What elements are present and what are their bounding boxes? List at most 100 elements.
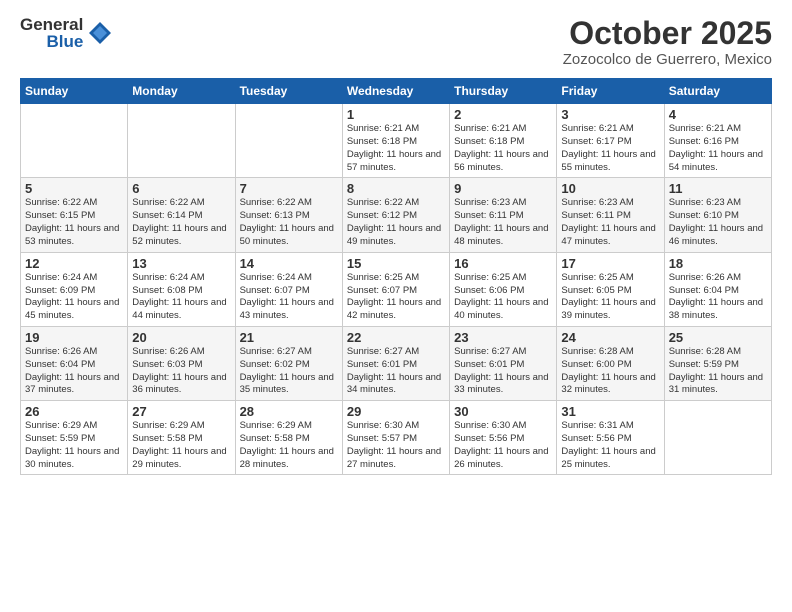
cell-daylight: Daylight: 11 hours and 27 minutes. bbox=[347, 446, 445, 472]
cell-sunset: Sunset: 6:13 PM bbox=[240, 210, 338, 223]
table-row: 4 Sunrise: 6:21 AM Sunset: 6:16 PM Dayli… bbox=[664, 104, 771, 178]
calendar-week-row: 5 Sunrise: 6:22 AM Sunset: 6:15 PM Dayli… bbox=[21, 178, 772, 252]
col-wednesday: Wednesday bbox=[342, 79, 449, 104]
table-row bbox=[235, 104, 342, 178]
cell-sunset: Sunset: 6:08 PM bbox=[132, 285, 230, 298]
cell-daylight: Daylight: 11 hours and 37 minutes. bbox=[25, 372, 123, 398]
cell-sunset: Sunset: 6:09 PM bbox=[25, 285, 123, 298]
table-row: 25 Sunrise: 6:28 AM Sunset: 5:59 PM Dayl… bbox=[664, 326, 771, 400]
cell-daylight: Daylight: 11 hours and 36 minutes. bbox=[132, 372, 230, 398]
table-row: 20 Sunrise: 6:26 AM Sunset: 6:03 PM Dayl… bbox=[128, 326, 235, 400]
table-row: 31 Sunrise: 6:31 AM Sunset: 5:56 PM Dayl… bbox=[557, 401, 664, 475]
cell-daylight: Daylight: 11 hours and 46 minutes. bbox=[669, 223, 767, 249]
cell-sunset: Sunset: 6:05 PM bbox=[561, 285, 659, 298]
calendar-header-row: Sunday Monday Tuesday Wednesday Thursday… bbox=[21, 79, 772, 104]
cell-daylight: Daylight: 11 hours and 26 minutes. bbox=[454, 446, 552, 472]
cell-day-number: 18 bbox=[669, 256, 767, 271]
cell-sunrise: Sunrise: 6:23 AM bbox=[454, 197, 552, 210]
cell-day-number: 27 bbox=[132, 404, 230, 419]
cell-daylight: Daylight: 11 hours and 39 minutes. bbox=[561, 297, 659, 323]
cell-daylight: Daylight: 11 hours and 53 minutes. bbox=[25, 223, 123, 249]
table-row: 15 Sunrise: 6:25 AM Sunset: 6:07 PM Dayl… bbox=[342, 252, 449, 326]
cell-daylight: Daylight: 11 hours and 28 minutes. bbox=[240, 446, 338, 472]
cell-sunrise: Sunrise: 6:25 AM bbox=[561, 272, 659, 285]
logo-general: General bbox=[20, 16, 83, 33]
cell-sunrise: Sunrise: 6:22 AM bbox=[132, 197, 230, 210]
header: General Blue October 2025 Zozocolco de G… bbox=[20, 16, 772, 68]
cell-sunrise: Sunrise: 6:26 AM bbox=[669, 272, 767, 285]
cell-sunrise: Sunrise: 6:25 AM bbox=[454, 272, 552, 285]
cell-sunset: Sunset: 5:59 PM bbox=[25, 433, 123, 446]
cell-daylight: Daylight: 11 hours and 31 minutes. bbox=[669, 372, 767, 398]
cell-sunrise: Sunrise: 6:21 AM bbox=[454, 123, 552, 136]
cell-day-number: 22 bbox=[347, 330, 445, 345]
cell-daylight: Daylight: 11 hours and 47 minutes. bbox=[561, 223, 659, 249]
cell-day-number: 4 bbox=[669, 107, 767, 122]
table-row: 17 Sunrise: 6:25 AM Sunset: 6:05 PM Dayl… bbox=[557, 252, 664, 326]
cell-sunrise: Sunrise: 6:22 AM bbox=[240, 197, 338, 210]
logo-icon bbox=[87, 20, 113, 46]
cell-daylight: Daylight: 11 hours and 48 minutes. bbox=[454, 223, 552, 249]
col-thursday: Thursday bbox=[450, 79, 557, 104]
cell-day-number: 5 bbox=[25, 181, 123, 196]
cell-sunset: Sunset: 6:03 PM bbox=[132, 359, 230, 372]
table-row: 13 Sunrise: 6:24 AM Sunset: 6:08 PM Dayl… bbox=[128, 252, 235, 326]
cell-sunrise: Sunrise: 6:27 AM bbox=[240, 346, 338, 359]
cell-sunrise: Sunrise: 6:29 AM bbox=[132, 420, 230, 433]
cell-sunrise: Sunrise: 6:21 AM bbox=[561, 123, 659, 136]
cell-sunrise: Sunrise: 6:29 AM bbox=[240, 420, 338, 433]
cell-sunset: Sunset: 6:12 PM bbox=[347, 210, 445, 223]
cell-sunrise: Sunrise: 6:23 AM bbox=[669, 197, 767, 210]
cell-daylight: Daylight: 11 hours and 38 minutes. bbox=[669, 297, 767, 323]
table-row: 11 Sunrise: 6:23 AM Sunset: 6:10 PM Dayl… bbox=[664, 178, 771, 252]
cell-day-number: 7 bbox=[240, 181, 338, 196]
cell-sunset: Sunset: 6:10 PM bbox=[669, 210, 767, 223]
table-row: 26 Sunrise: 6:29 AM Sunset: 5:59 PM Dayl… bbox=[21, 401, 128, 475]
cell-sunset: Sunset: 6:00 PM bbox=[561, 359, 659, 372]
calendar-title: October 2025 bbox=[563, 16, 772, 51]
cell-day-number: 1 bbox=[347, 107, 445, 122]
cell-sunset: Sunset: 6:17 PM bbox=[561, 136, 659, 149]
table-row: 1 Sunrise: 6:21 AM Sunset: 6:18 PM Dayli… bbox=[342, 104, 449, 178]
cell-sunset: Sunset: 6:11 PM bbox=[561, 210, 659, 223]
cell-sunrise: Sunrise: 6:29 AM bbox=[25, 420, 123, 433]
table-row: 29 Sunrise: 6:30 AM Sunset: 5:57 PM Dayl… bbox=[342, 401, 449, 475]
table-row: 23 Sunrise: 6:27 AM Sunset: 6:01 PM Dayl… bbox=[450, 326, 557, 400]
cell-day-number: 9 bbox=[454, 181, 552, 196]
calendar-week-row: 19 Sunrise: 6:26 AM Sunset: 6:04 PM Dayl… bbox=[21, 326, 772, 400]
cell-sunset: Sunset: 6:01 PM bbox=[347, 359, 445, 372]
cell-day-number: 3 bbox=[561, 107, 659, 122]
cell-day-number: 20 bbox=[132, 330, 230, 345]
cell-sunset: Sunset: 6:04 PM bbox=[669, 285, 767, 298]
cell-day-number: 30 bbox=[454, 404, 552, 419]
cell-sunset: Sunset: 6:06 PM bbox=[454, 285, 552, 298]
cell-daylight: Daylight: 11 hours and 44 minutes. bbox=[132, 297, 230, 323]
cell-sunrise: Sunrise: 6:21 AM bbox=[347, 123, 445, 136]
cell-daylight: Daylight: 11 hours and 29 minutes. bbox=[132, 446, 230, 472]
table-row: 5 Sunrise: 6:22 AM Sunset: 6:15 PM Dayli… bbox=[21, 178, 128, 252]
cell-sunrise: Sunrise: 6:30 AM bbox=[454, 420, 552, 433]
cell-daylight: Daylight: 11 hours and 55 minutes. bbox=[561, 149, 659, 175]
cell-sunset: Sunset: 5:58 PM bbox=[240, 433, 338, 446]
cell-day-number: 28 bbox=[240, 404, 338, 419]
logo-blue: Blue bbox=[46, 33, 83, 50]
cell-daylight: Daylight: 11 hours and 50 minutes. bbox=[240, 223, 338, 249]
cell-sunset: Sunset: 5:58 PM bbox=[132, 433, 230, 446]
cell-sunrise: Sunrise: 6:31 AM bbox=[561, 420, 659, 433]
cell-daylight: Daylight: 11 hours and 30 minutes. bbox=[25, 446, 123, 472]
cell-daylight: Daylight: 11 hours and 56 minutes. bbox=[454, 149, 552, 175]
cell-sunrise: Sunrise: 6:28 AM bbox=[561, 346, 659, 359]
table-row: 21 Sunrise: 6:27 AM Sunset: 6:02 PM Dayl… bbox=[235, 326, 342, 400]
cell-sunrise: Sunrise: 6:24 AM bbox=[240, 272, 338, 285]
table-row: 9 Sunrise: 6:23 AM Sunset: 6:11 PM Dayli… bbox=[450, 178, 557, 252]
cell-sunset: Sunset: 6:18 PM bbox=[454, 136, 552, 149]
table-row: 27 Sunrise: 6:29 AM Sunset: 5:58 PM Dayl… bbox=[128, 401, 235, 475]
cell-sunset: Sunset: 6:07 PM bbox=[240, 285, 338, 298]
cell-daylight: Daylight: 11 hours and 34 minutes. bbox=[347, 372, 445, 398]
table-row: 6 Sunrise: 6:22 AM Sunset: 6:14 PM Dayli… bbox=[128, 178, 235, 252]
cell-day-number: 13 bbox=[132, 256, 230, 271]
table-row: 18 Sunrise: 6:26 AM Sunset: 6:04 PM Dayl… bbox=[664, 252, 771, 326]
calendar-week-row: 12 Sunrise: 6:24 AM Sunset: 6:09 PM Dayl… bbox=[21, 252, 772, 326]
cell-sunrise: Sunrise: 6:30 AM bbox=[347, 420, 445, 433]
cell-daylight: Daylight: 11 hours and 42 minutes. bbox=[347, 297, 445, 323]
